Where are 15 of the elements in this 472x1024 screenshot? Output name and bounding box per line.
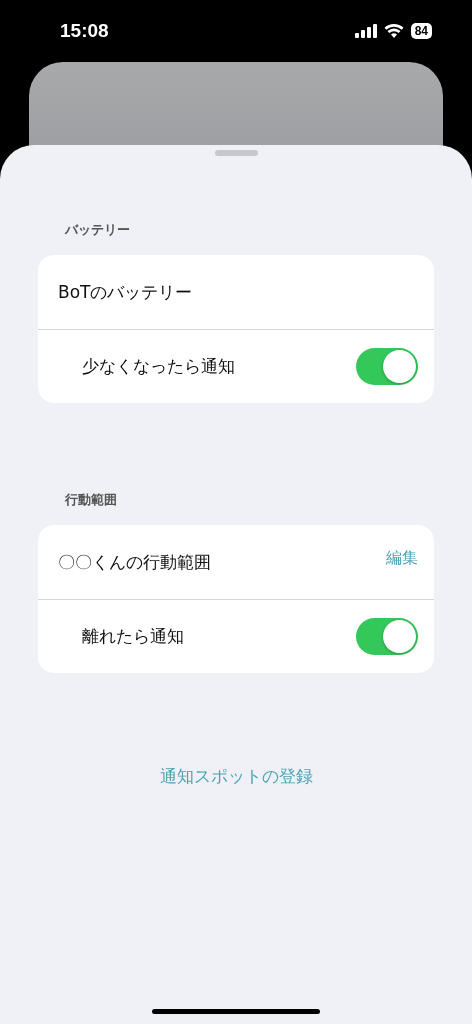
toggle-switch[interactable] <box>356 348 418 385</box>
battery-level: 84 <box>410 23 432 39</box>
toggle-label: 離れたら通知 <box>82 625 184 648</box>
row-title: 〇〇くんの行動範囲 <box>58 550 211 574</box>
row-title: BoTのバッテリー <box>58 280 193 304</box>
edit-button[interactable]: 編集 <box>386 547 418 569</box>
register-spot-link[interactable]: 通知スポットの登録 <box>159 765 313 788</box>
sheet-grabber[interactable] <box>214 150 258 156</box>
signal-icon <box>354 24 377 38</box>
status-time: 15:08 <box>60 20 109 42</box>
section-header: 行動範囲 <box>65 491 117 509</box>
toggle-label: 少なくなったら通知 <box>82 355 235 378</box>
wifi-icon <box>383 24 404 38</box>
toggle-switch[interactable] <box>356 618 418 655</box>
section-header: バッテリー <box>65 221 130 239</box>
